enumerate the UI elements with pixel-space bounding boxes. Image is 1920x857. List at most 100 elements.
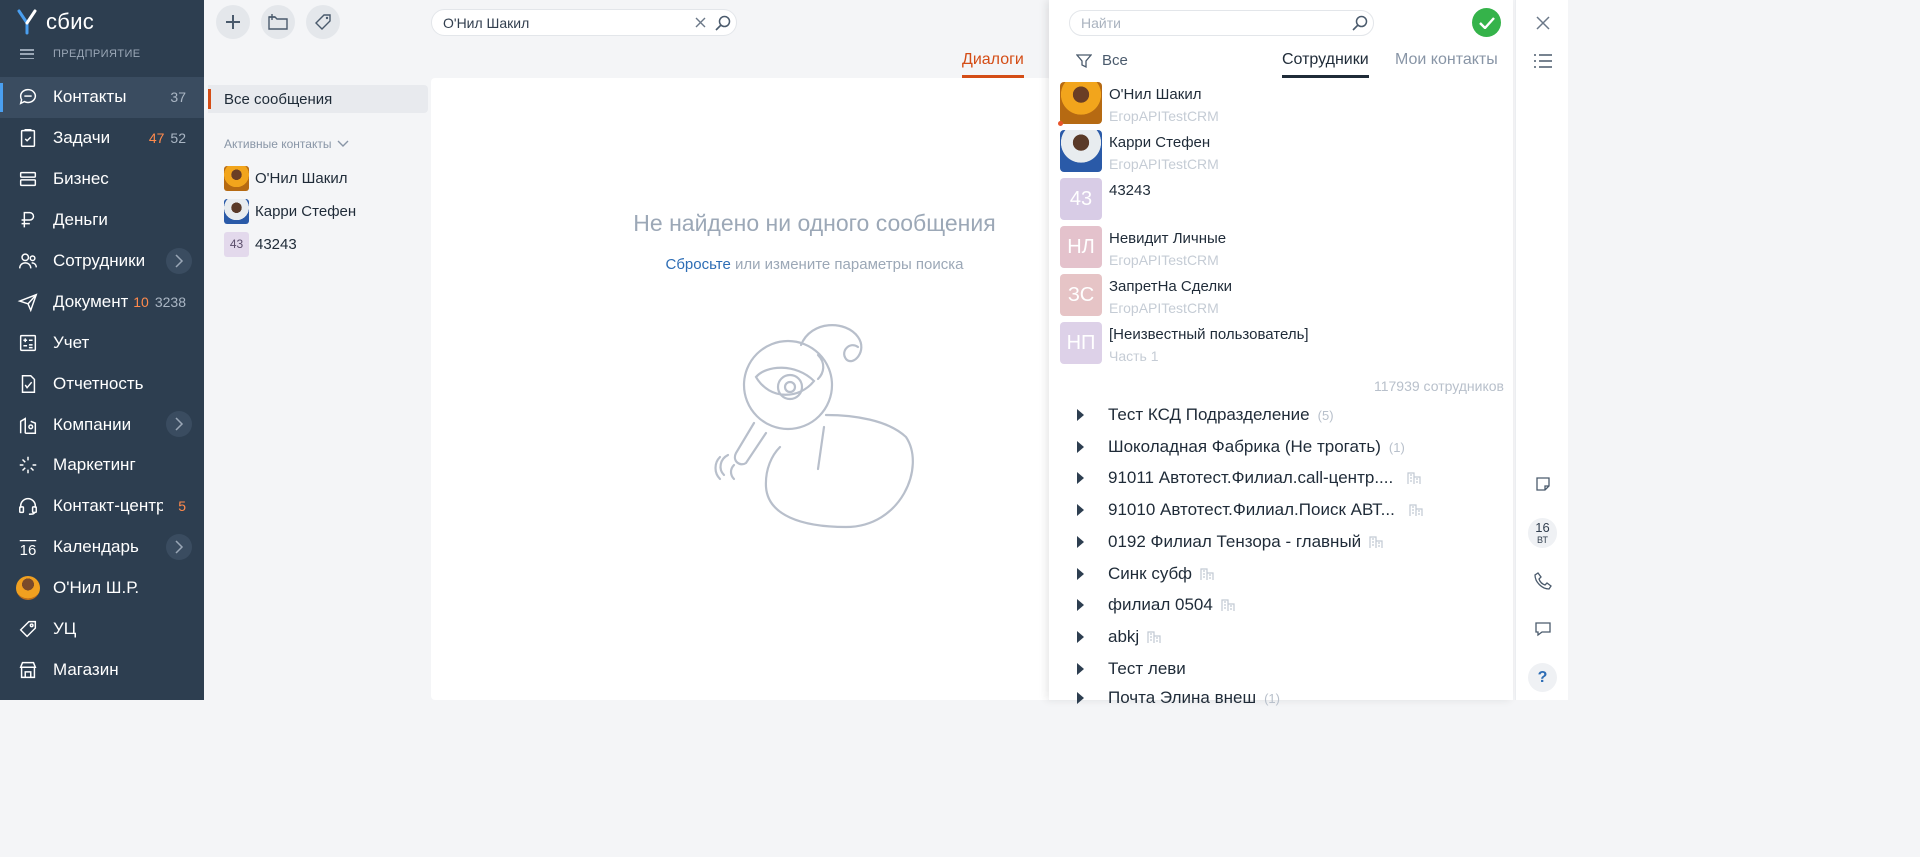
expand-arrow-icon[interactable] [1077,568,1084,580]
employee-row[interactable]: НП [Неизвестный пользователь] Часть 1 [1060,322,1309,364]
building-icon [1221,598,1235,612]
chevron-right-icon[interactable] [166,411,192,438]
nav-item-business[interactable]: Бизнес [0,159,204,200]
panel-search-input[interactable]: Найти [1069,10,1374,36]
tab-dialogs[interactable]: Диалоги [962,51,1024,78]
nav-item-tasks[interactable]: Задачи 47 52 [0,118,204,159]
tab-my-contacts[interactable]: Мои контакты [1395,51,1498,75]
clipboard-icon [16,126,40,150]
tab-employees[interactable]: Сотрудники [1282,51,1369,78]
list-view-button[interactable] [1528,46,1557,75]
search-input[interactable]: О'Нил Шакил [431,9,737,36]
chevron-right-icon[interactable] [166,533,192,560]
nav-count: 37 [170,89,186,106]
close-button[interactable] [1528,8,1557,37]
department-count: (1) [1388,439,1405,455]
nav-count: 10 3238 [133,293,186,310]
department-row[interactable]: 0192 Филиал Тензора - главный [1077,530,1383,554]
employee-row[interactable]: 43 43243 [1060,178,1151,220]
expand-arrow-icon[interactable] [1077,504,1084,516]
brand[interactable]: сбис [16,8,94,36]
reset-link[interactable]: Сбросьте [666,256,731,273]
calendar-date-button[interactable]: 16 ВТ [1528,518,1557,548]
nav-count: 5 [178,498,186,515]
expand-arrow-icon[interactable] [1077,599,1084,611]
menu-icon[interactable] [20,49,34,59]
employee-row[interactable]: О'Нил Шакил ЕгорAPITestCRM [1058,82,1219,126]
department-name: abkj [1108,627,1140,646]
employee-row[interactable]: НЛ Невидит Личные ЕгорAPITestCRM [1060,226,1226,268]
department-row[interactable]: 91010 Автотест.Филиал.Поиск АВТ... [1077,498,1423,522]
nav-item-accounting[interactable]: Учет [0,322,204,363]
brand-name: сбис [46,9,95,34]
expand-arrow-icon[interactable] [1077,663,1084,675]
nav-item-money[interactable]: Деньги [0,200,204,241]
nav-item-contacts[interactable]: Контакты 37 [0,77,204,118]
nav-item-contact-center[interactable]: Контакт-центр 5 [0,486,204,527]
all-messages-filter[interactable]: Все сообщения [208,85,428,113]
nav-label: УЦ [53,619,77,639]
department-row[interactable]: Шоколадная Фабрика (Не трогать) (1) [1077,435,1405,459]
building-icon [1369,535,1383,549]
expand-arrow-icon[interactable] [1077,409,1084,421]
department-name: 91010 Автотест.Филиал.Поиск АВТ... [1108,500,1395,519]
active-contacts-header[interactable]: Активные контакты [224,137,349,151]
employee-company: ЕгорAPITestCRM [1109,252,1219,268]
department-row[interactable]: 91011 Автотест.Филиал.call-центр.... [1077,466,1421,490]
expand-arrow-icon[interactable] [1077,441,1084,453]
avatar: НП [1060,322,1102,364]
phone-button[interactable] [1528,566,1557,595]
nav-item-companies[interactable]: Компании [0,404,204,445]
nav-item-calendar[interactable]: 16 Календарь [0,527,204,568]
expand-arrow-icon[interactable] [1077,631,1084,643]
chevron-right-icon[interactable] [166,247,192,274]
search-query[interactable]: О'Нил Шакил [443,15,690,31]
company-label: ПРЕДПРИЯТИЕ [53,48,141,60]
department-row[interactable]: Тест КСД Подразделение (5) [1077,403,1334,427]
avatar: 43 [224,231,249,257]
nav-item-reports[interactable]: Отчетность [0,363,204,404]
department-row[interactable]: Синк субф [1077,562,1214,586]
employee-row[interactable]: Карри Стефен ЕгорAPITestCRM [1060,130,1219,172]
new-folder-button[interactable] [261,5,295,39]
department-name: Тест КСД Подразделение [1108,405,1310,424]
department-row[interactable]: филиал 0504 [1077,593,1235,617]
department-row[interactable]: Почта Элина внеш (1) [1077,686,1280,710]
recipient-panel: Найти Все Сотрудники Мои контакты О'Нил … [1049,0,1513,707]
nav-label: Задачи [53,128,111,148]
nav-item-profile[interactable]: О'Нил Ш.Р. [0,568,204,609]
avatar: ЗС [1060,274,1102,316]
expand-arrow-icon[interactable] [1077,536,1084,548]
nav-item-marketing[interactable]: Маркетинг [0,445,204,486]
tags-button[interactable] [306,5,340,39]
nav-item-uc[interactable]: УЦ [0,609,204,650]
filter-all[interactable]: Все [1076,52,1128,69]
clear-icon[interactable] [690,17,710,28]
active-contact[interactable]: Карри Стефен [224,198,356,224]
nav-label: Учет [53,332,90,352]
expand-arrow-icon[interactable] [1077,692,1084,704]
expand-arrow-icon[interactable] [1077,472,1084,484]
nav-item-employees[interactable]: Сотрудники [0,241,204,282]
avatar: 43 [1060,178,1102,220]
panel-search-placeholder: Найти [1081,15,1121,31]
help-button[interactable]: ? [1528,663,1557,692]
active-contact[interactable]: 43 43243 [224,231,297,257]
notes-button[interactable] [1528,469,1557,498]
department-row[interactable]: abkj [1077,625,1161,649]
location-icon [16,413,40,437]
confirm-button[interactable] [1472,8,1501,37]
nav-item-documents[interactable]: Документы 103238 [0,281,204,322]
nav-label: Компании [53,414,132,434]
search-icon[interactable] [710,15,736,31]
search-icon[interactable] [1347,15,1373,31]
department-row[interactable]: Тест леви [1077,657,1186,681]
chat-button[interactable] [1528,614,1557,643]
chat-bubble-icon [1534,621,1551,636]
nav-item-store[interactable]: Магазин [0,649,204,690]
company-switcher[interactable]: ПРЕДПРИЯТИЕ [20,48,141,60]
create-button[interactable] [216,5,250,39]
employee-row[interactable]: ЗС ЗапретНа Сделки ЕгорAPITestCRM [1060,274,1232,316]
chevron-down-icon [337,140,349,147]
active-contact[interactable]: О'Нил Шакил [224,165,347,191]
